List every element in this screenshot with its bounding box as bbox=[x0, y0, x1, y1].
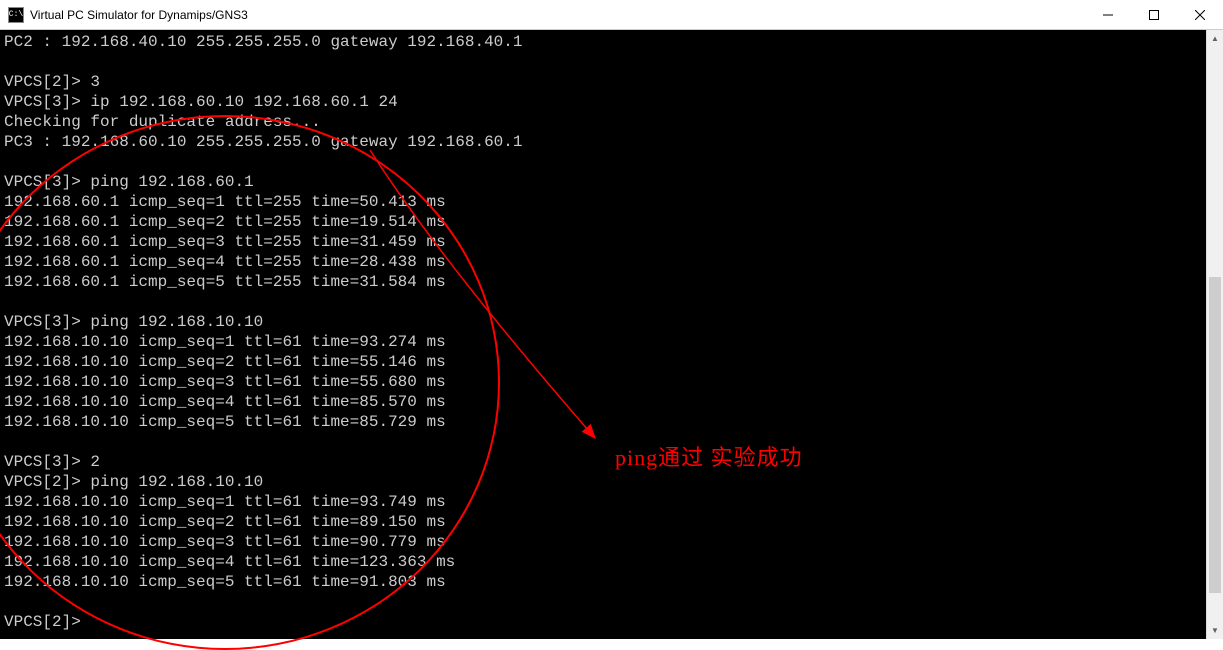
app-icon: C:\ bbox=[8, 7, 24, 23]
scrollbar-down-arrow-icon[interactable]: ▼ bbox=[1207, 622, 1223, 639]
window-controls bbox=[1085, 0, 1223, 30]
scrollbar-up-arrow-icon[interactable]: ▲ bbox=[1207, 30, 1223, 47]
vertical-scrollbar[interactable]: ▲ ▼ bbox=[1206, 30, 1223, 639]
maximize-button[interactable] bbox=[1131, 0, 1177, 30]
minimize-button[interactable] bbox=[1085, 0, 1131, 30]
window-title: Virtual PC Simulator for Dynamips/GNS3 bbox=[30, 8, 248, 22]
window-titlebar: C:\ Virtual PC Simulator for Dynamips/GN… bbox=[0, 0, 1223, 30]
terminal-wrapper: PC2 : 192.168.40.10 255.255.255.0 gatewa… bbox=[0, 30, 1223, 639]
close-button[interactable] bbox=[1177, 0, 1223, 30]
terminal-output[interactable]: PC2 : 192.168.40.10 255.255.255.0 gatewa… bbox=[0, 30, 1206, 639]
scrollbar-thumb[interactable] bbox=[1209, 277, 1221, 593]
scrollbar-track[interactable] bbox=[1207, 47, 1223, 622]
